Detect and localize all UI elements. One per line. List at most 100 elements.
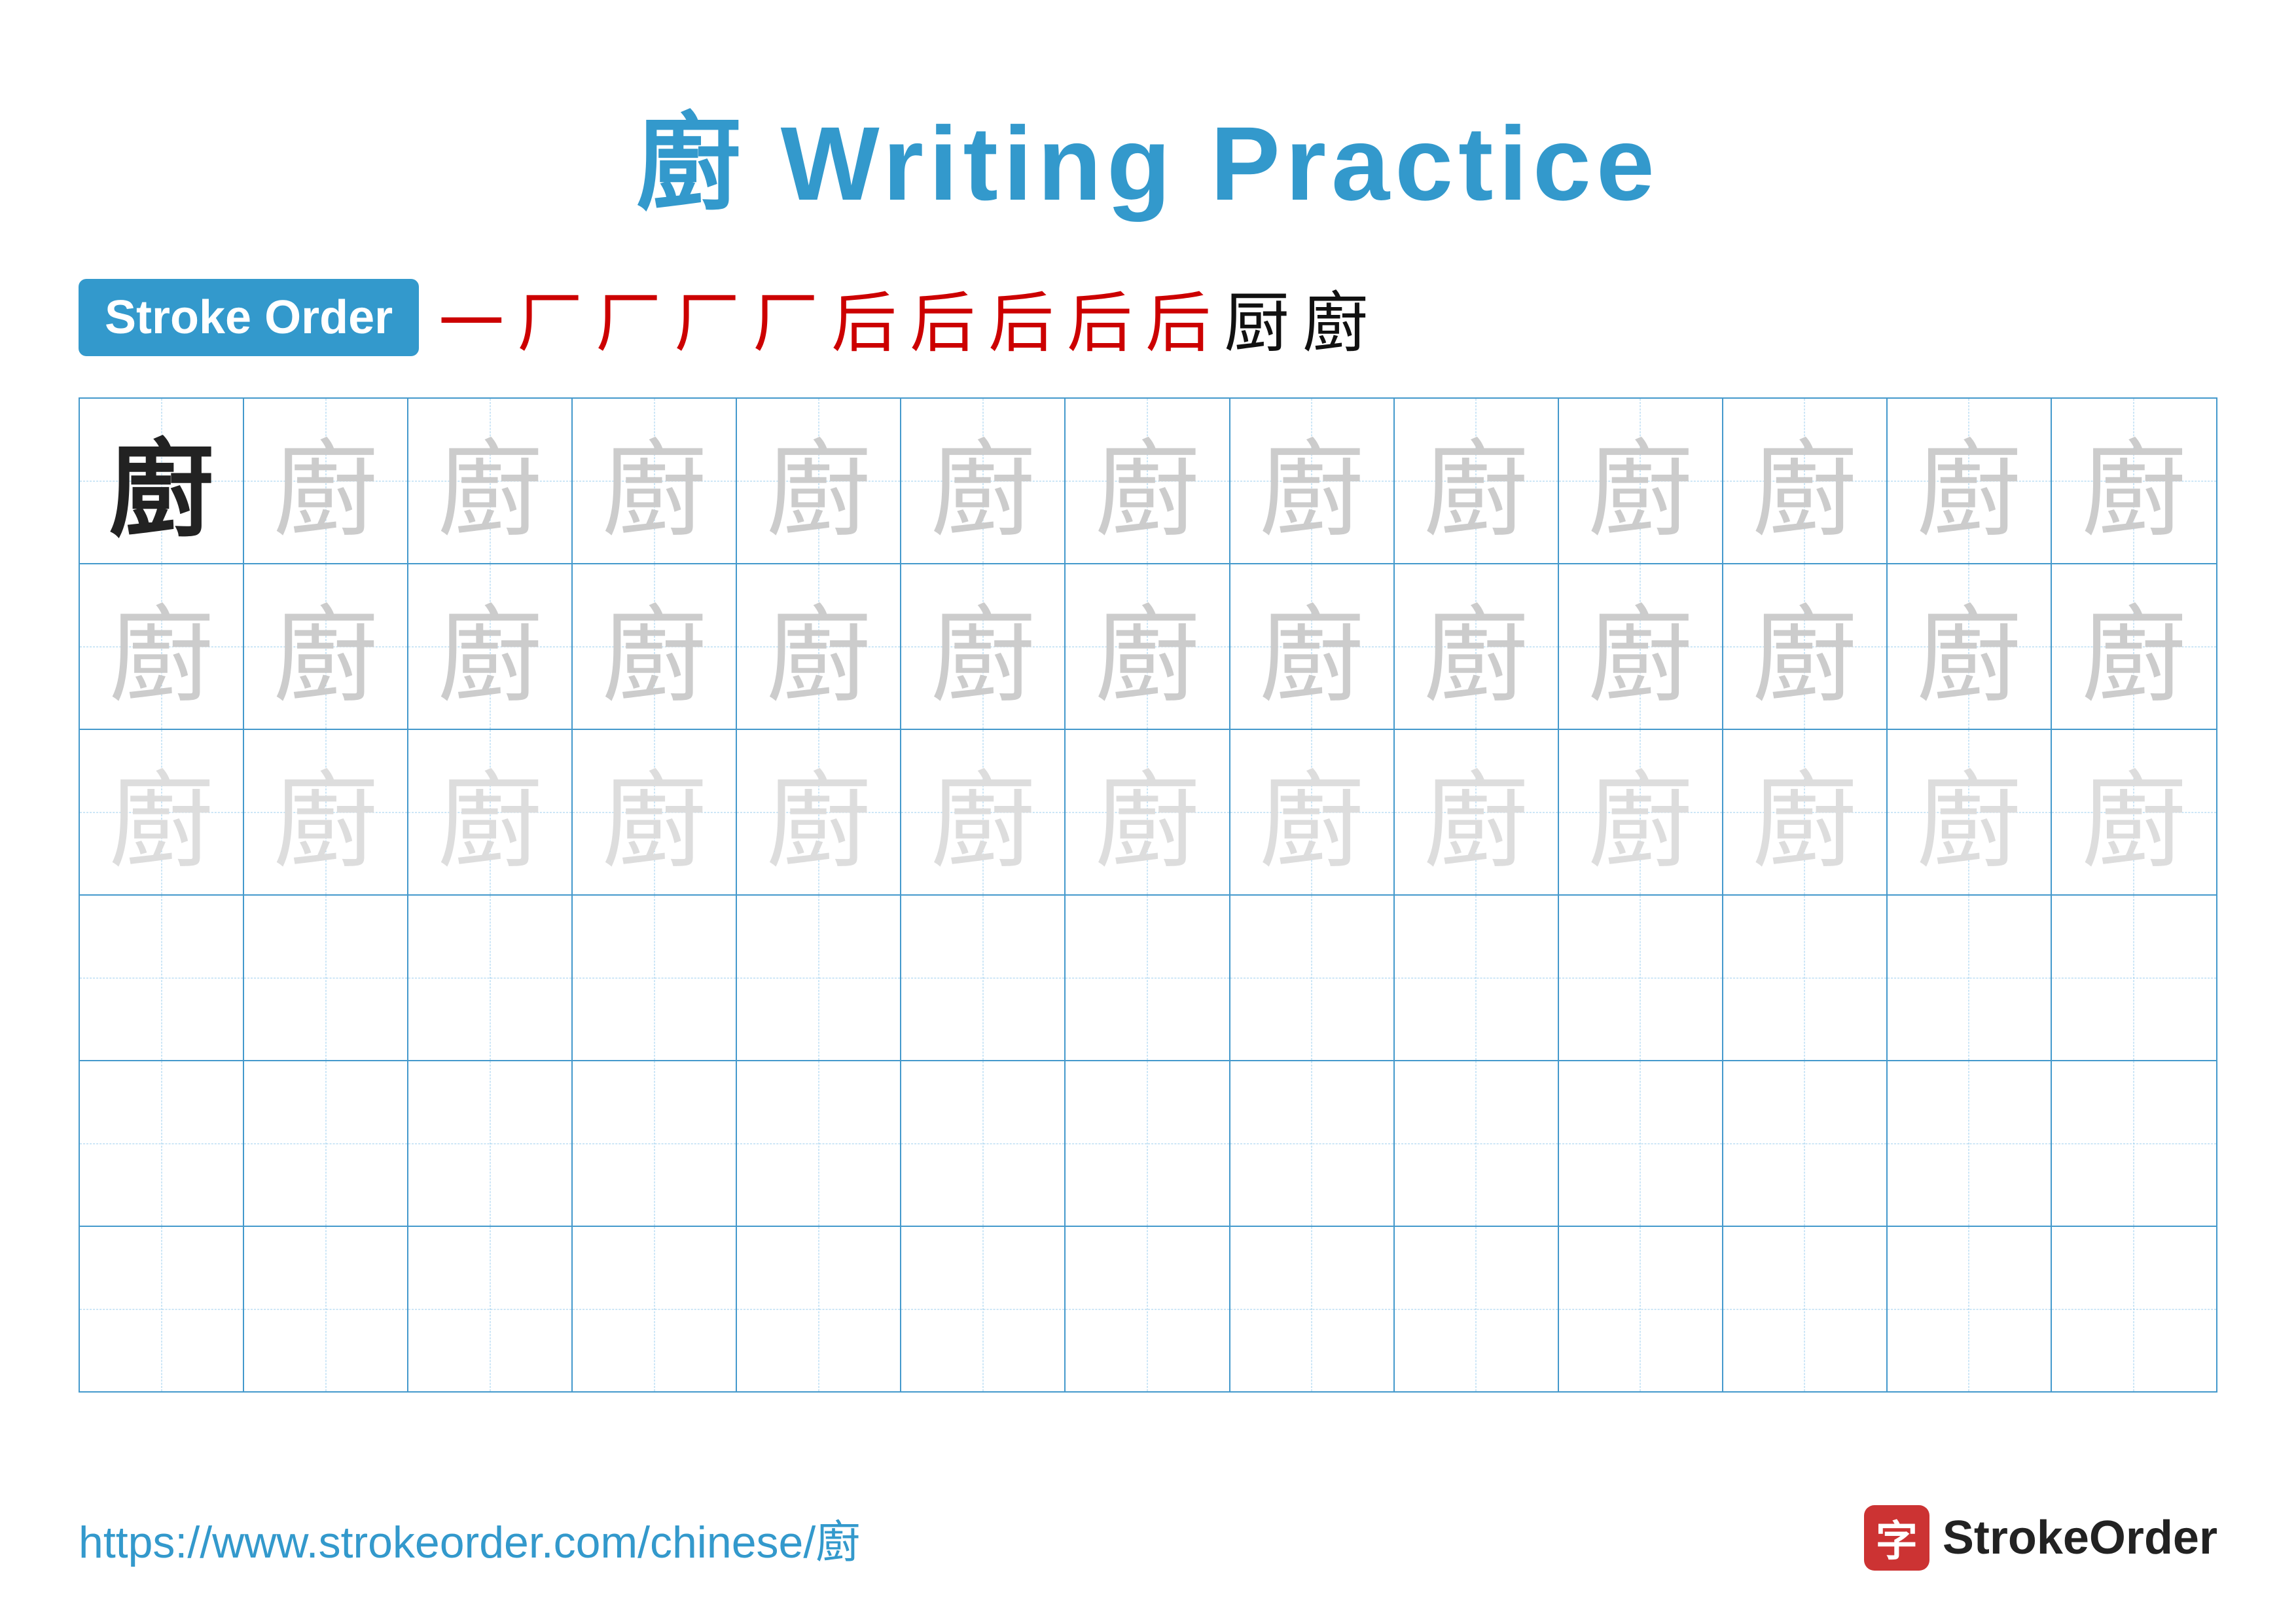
grid-cell-5-7[interactable] xyxy=(1066,1061,1230,1226)
grid-cell-3-12[interactable]: 廚 xyxy=(1888,730,2052,894)
grid-cell-6-7[interactable] xyxy=(1066,1227,1230,1391)
grid-cell-3-7[interactable]: 廚 xyxy=(1066,730,1230,894)
grid-cell-4-1[interactable] xyxy=(80,896,244,1060)
grid-cell-6-12[interactable] xyxy=(1888,1227,2052,1391)
grid-cell-5-12[interactable] xyxy=(1888,1061,2052,1226)
grid-cell-5-11[interactable] xyxy=(1723,1061,1888,1226)
grid-cell-6-8[interactable] xyxy=(1230,1227,1395,1391)
grid-cell-5-6[interactable] xyxy=(901,1061,1066,1226)
grid-cell-4-4[interactable] xyxy=(573,896,737,1060)
grid-cell-4-8[interactable] xyxy=(1230,896,1395,1060)
page: 廚 Writing Practice Stroke Order 一 厂 厂 厂 … xyxy=(0,0,2296,1623)
title-section: 廚 Writing Practice xyxy=(79,79,2217,230)
grid-cell-5-9[interactable] xyxy=(1395,1061,1559,1226)
grid-cell-2-8[interactable]: 廚 xyxy=(1230,564,1395,729)
stroke-7: 后 xyxy=(910,270,975,365)
grid-cell-5-13[interactable] xyxy=(2052,1061,2216,1226)
grid-row-5 xyxy=(80,1061,2216,1227)
grid-cell-3-5[interactable]: 廚 xyxy=(737,730,901,894)
grid-cell-1-3[interactable]: 廚 xyxy=(408,399,573,563)
grid-cell-3-8[interactable]: 廚 xyxy=(1230,730,1395,894)
grid-cell-1-1[interactable]: 廚 xyxy=(80,399,244,563)
grid-cell-2-2[interactable]: 廚 xyxy=(244,564,408,729)
grid-cell-2-5[interactable]: 廚 xyxy=(737,564,901,729)
grid-cell-3-13[interactable]: 廚 xyxy=(2052,730,2216,894)
stroke-8: 后 xyxy=(988,270,1054,365)
grid-cell-6-10[interactable] xyxy=(1559,1227,1723,1391)
grid-cell-2-13[interactable]: 廚 xyxy=(2052,564,2216,729)
grid-cell-4-2[interactable] xyxy=(244,896,408,1060)
grid-cell-1-12[interactable]: 廚 xyxy=(1888,399,2052,563)
footer-url-link[interactable]: https://www.strokeorder.com/chinese/廚 xyxy=(79,1506,860,1571)
grid-row-6 xyxy=(80,1227,2216,1391)
grid-cell-2-11[interactable]: 廚 xyxy=(1723,564,1888,729)
grid-cell-4-13[interactable] xyxy=(2052,896,2216,1060)
grid-cell-6-2[interactable] xyxy=(244,1227,408,1391)
grid-cell-2-7[interactable]: 廚 xyxy=(1066,564,1230,729)
grid-cell-1-10[interactable]: 廚 xyxy=(1559,399,1723,563)
grid-cell-3-10[interactable]: 廚 xyxy=(1559,730,1723,894)
stroke-sequence: 一 厂 厂 厂 厂 后 后 后 后 后 厨 廚 xyxy=(439,270,1368,365)
grid-cell-3-11[interactable]: 廚 xyxy=(1723,730,1888,894)
grid-cell-5-10[interactable] xyxy=(1559,1061,1723,1226)
grid-cell-2-6[interactable]: 廚 xyxy=(901,564,1066,729)
grid-cell-1-6[interactable]: 廚 xyxy=(901,399,1066,563)
grid-cell-5-2[interactable] xyxy=(244,1061,408,1226)
stroke-10: 后 xyxy=(1145,270,1211,365)
grid-cell-5-5[interactable] xyxy=(737,1061,901,1226)
grid-cell-2-1[interactable]: 廚 xyxy=(80,564,244,729)
title-english-text: Writing Practice xyxy=(746,105,1660,222)
stroke-9: 后 xyxy=(1067,270,1132,365)
stroke-12: 廚 xyxy=(1302,270,1368,365)
grid-cell-5-3[interactable] xyxy=(408,1061,573,1226)
grid-cell-2-9[interactable]: 廚 xyxy=(1395,564,1559,729)
grid-cell-4-11[interactable] xyxy=(1723,896,1888,1060)
grid-cell-3-4[interactable]: 廚 xyxy=(573,730,737,894)
grid-cell-3-3[interactable]: 廚 xyxy=(408,730,573,894)
grid-cell-5-4[interactable] xyxy=(573,1061,737,1226)
stroke-6: 后 xyxy=(831,270,897,365)
grid-cell-4-6[interactable] xyxy=(901,896,1066,1060)
grid-cell-6-3[interactable] xyxy=(408,1227,573,1391)
grid-row-2: 廚 廚 廚 廚 廚 廚 廚 廚 廚 廚 廚 廚 廚 xyxy=(80,564,2216,730)
grid-cell-1-7[interactable]: 廚 xyxy=(1066,399,1230,563)
grid-cell-6-6[interactable] xyxy=(901,1227,1066,1391)
grid-row-1: 廚 廚 廚 廚 廚 廚 廚 廚 廚 廚 廚 廚 廚 xyxy=(80,399,2216,564)
grid-cell-2-10[interactable]: 廚 xyxy=(1559,564,1723,729)
grid-cell-3-2[interactable]: 廚 xyxy=(244,730,408,894)
stroke-2: 厂 xyxy=(517,270,583,365)
grid-cell-4-5[interactable] xyxy=(737,896,901,1060)
grid-cell-4-7[interactable] xyxy=(1066,896,1230,1060)
grid-cell-2-12[interactable]: 廚 xyxy=(1888,564,2052,729)
grid-cell-1-13[interactable]: 廚 xyxy=(2052,399,2216,563)
grid-cell-1-9[interactable]: 廚 xyxy=(1395,399,1559,563)
grid-cell-1-5[interactable]: 廚 xyxy=(737,399,901,563)
grid-cell-6-11[interactable] xyxy=(1723,1227,1888,1391)
grid-cell-6-13[interactable] xyxy=(2052,1227,2216,1391)
stroke-4: 厂 xyxy=(674,270,740,365)
grid-cell-4-10[interactable] xyxy=(1559,896,1723,1060)
grid-cell-4-3[interactable] xyxy=(408,896,573,1060)
grid-cell-6-1[interactable] xyxy=(80,1227,244,1391)
grid-cell-2-4[interactable]: 廚 xyxy=(573,564,737,729)
grid-cell-6-4[interactable] xyxy=(573,1227,737,1391)
grid-cell-4-12[interactable] xyxy=(1888,896,2052,1060)
grid-cell-5-1[interactable] xyxy=(80,1061,244,1226)
stroke-order-badge: Stroke Order xyxy=(79,279,419,356)
grid-cell-4-9[interactable] xyxy=(1395,896,1559,1060)
grid-cell-3-6[interactable]: 廚 xyxy=(901,730,1066,894)
practice-grid: 廚 廚 廚 廚 廚 廚 廚 廚 廚 廚 廚 廚 廚 廚 廚 廚 廚 廚 廚 廚 … xyxy=(79,397,2217,1393)
grid-cell-1-2[interactable]: 廚 xyxy=(244,399,408,563)
grid-cell-3-1[interactable]: 廚 xyxy=(80,730,244,894)
grid-cell-1-4[interactable]: 廚 xyxy=(573,399,737,563)
grid-cell-6-5[interactable] xyxy=(737,1227,901,1391)
grid-cell-5-8[interactable] xyxy=(1230,1061,1395,1226)
grid-cell-1-8[interactable]: 廚 xyxy=(1230,399,1395,563)
grid-cell-3-9[interactable]: 廚 xyxy=(1395,730,1559,894)
grid-cell-6-9[interactable] xyxy=(1395,1227,1559,1391)
stroke-1: 一 xyxy=(439,270,504,365)
grid-cell-2-3[interactable]: 廚 xyxy=(408,564,573,729)
char-solid: 廚 xyxy=(109,405,214,557)
stroke-5: 厂 xyxy=(753,270,818,365)
grid-cell-1-11[interactable]: 廚 xyxy=(1723,399,1888,563)
